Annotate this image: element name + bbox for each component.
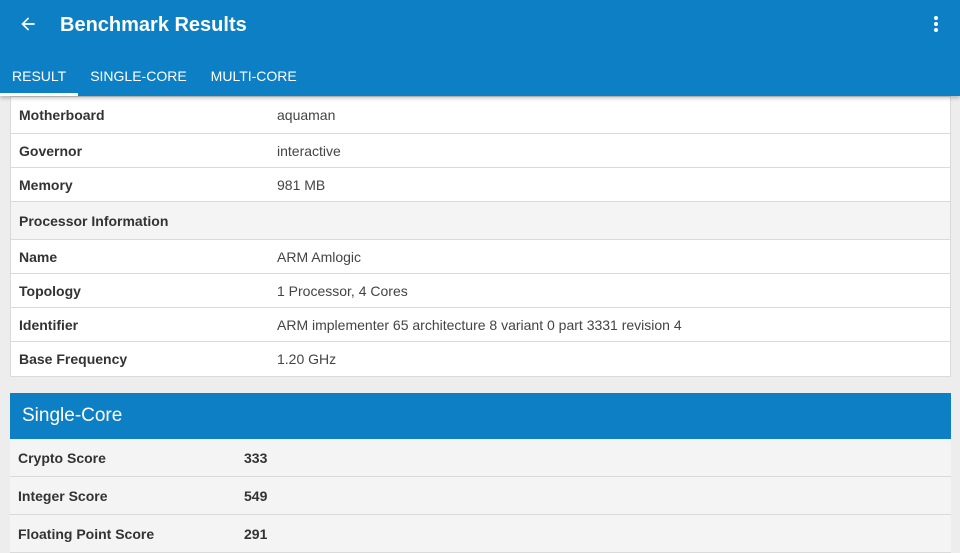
info-value: interactive — [277, 142, 341, 159]
tab-bar: RESULT SINGLE-CORE MULTI-CORE — [0, 56, 309, 96]
score-row-crypto: Crypto Score 333 — [10, 439, 951, 477]
page-title: Benchmark Results — [60, 14, 247, 36]
back-button[interactable] — [14, 10, 42, 38]
processor-info-heading: Processor Information — [11, 202, 950, 240]
more-options-button[interactable] — [926, 12, 946, 36]
info-label: Name — [19, 248, 58, 265]
tab-multi-core[interactable]: MULTI-CORE — [199, 56, 309, 96]
info-label: Identifier — [19, 316, 79, 333]
info-value: 981 MB — [277, 176, 326, 193]
info-label: Memory — [19, 176, 73, 193]
tab-single-core[interactable]: SINGLE-CORE — [78, 56, 198, 96]
score-value: 549 — [244, 487, 268, 504]
info-label: Motherboard — [19, 107, 105, 123]
info-value: 1 Processor, 4 Cores — [277, 282, 408, 299]
info-card: Motherboard aquaman Governor interactive… — [10, 96, 951, 377]
info-value: 1.20 GHz — [277, 351, 337, 367]
info-row-motherboard: Motherboard aquaman — [11, 97, 950, 134]
info-label: Base Frequency — [19, 351, 128, 367]
info-row-topology: Topology 1 Processor, 4 Cores — [11, 274, 950, 308]
info-row-memory: Memory 981 MB — [11, 168, 950, 202]
single-core-heading: Single-Core — [10, 393, 951, 439]
score-label: Crypto Score — [18, 449, 106, 466]
arrow-back-icon — [21, 17, 35, 31]
app-bar: Benchmark Results RESULT SINGLE-CORE MUL… — [0, 0, 960, 96]
info-label: Topology — [19, 282, 81, 299]
score-label: Floating Point Score — [18, 525, 155, 542]
info-value: ARM implementer 65 architecture 8 varian… — [277, 316, 682, 333]
single-core-card: Single-Core Crypto Score 333 Integer Sco… — [10, 393, 951, 553]
score-row-integer: Integer Score 549 — [10, 477, 951, 515]
score-value: 291 — [244, 525, 268, 542]
score-row-floating-point: Floating Point Score 291 — [10, 515, 951, 553]
info-value: ARM Amlogic — [277, 248, 362, 265]
info-value: aquaman — [277, 107, 336, 123]
score-label: Integer Score — [18, 487, 108, 504]
info-label: Governor — [19, 142, 83, 159]
info-row-governor: Governor interactive — [11, 134, 950, 168]
info-row-base-frequency: Base Frequency 1.20 GHz — [11, 342, 950, 376]
info-row-identifier: Identifier ARM implementer 65 architectu… — [11, 308, 950, 342]
score-value: 333 — [244, 449, 268, 466]
info-row-name: Name ARM Amlogic — [11, 240, 950, 274]
tab-result[interactable]: RESULT — [0, 56, 79, 96]
more-vert-icon — [934, 16, 938, 32]
